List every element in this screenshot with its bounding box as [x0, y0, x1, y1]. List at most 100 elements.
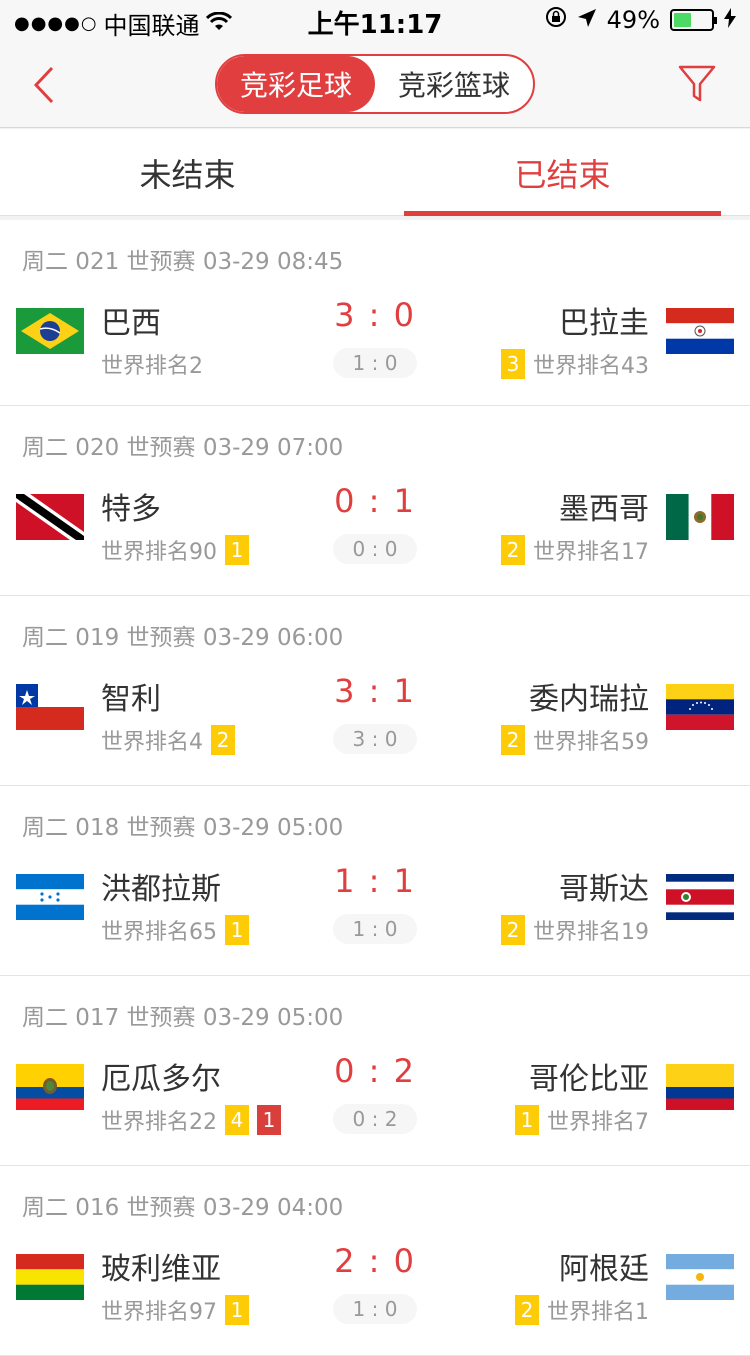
red-card-badge: 1: [257, 1105, 281, 1135]
yellow-card-badge: 1: [515, 1105, 539, 1135]
away-world-rank: 世界排名17: [533, 540, 649, 565]
away-rank-row: 3 世界排名43: [501, 348, 649, 380]
away-team-name: 巴拉圭: [559, 306, 649, 341]
home-team-name: 智利: [101, 682, 161, 717]
argentina-flag-icon: [666, 1254, 734, 1300]
seg-football-tab[interactable]: 竞彩足球: [217, 56, 375, 112]
full-time-score: 2 : 0: [334, 1242, 416, 1280]
orientation-lock-icon: [545, 6, 567, 34]
yellow-card-badge: 1: [225, 915, 249, 945]
home-world-rank: 世界排名2: [101, 354, 203, 379]
battery-icon: [670, 9, 717, 31]
match-list: 周二 021 世预赛 03-29 08:45 巴西 世界排名2 巴拉圭 3 世界排名43 3…: [0, 220, 750, 1356]
half-time-score: 1 : 0: [333, 348, 417, 378]
colombia-flag-icon: [666, 1064, 734, 1110]
away-rank-row: 2 世界排名17: [501, 534, 649, 566]
away-rank-row: 1 世界排名7: [515, 1104, 649, 1136]
away-team-name: 阿根廷: [559, 1252, 649, 1287]
full-time-score: 0 : 1: [334, 482, 416, 520]
yellow-card-badge: 2: [501, 535, 525, 565]
home-rank-row: 世界排名4 2: [101, 724, 235, 756]
yellow-card-badge: 2: [211, 725, 235, 755]
back-chevron-icon[interactable]: [30, 64, 62, 106]
trinidad-flag-icon: [16, 494, 84, 540]
half-time-score: 3 : 0: [333, 724, 417, 754]
away-world-rank: 世界排名1: [547, 1300, 649, 1325]
home-world-rank: 世界排名97: [101, 1300, 217, 1325]
yellow-card-badge: 2: [515, 1295, 539, 1325]
status-bar: ●●●●○ 中国联通 上午11:17 49%: [0, 0, 750, 40]
venezuela-flag-icon: [666, 684, 734, 730]
match-header: 周二 017 世预赛 03-29 05:00: [22, 1005, 344, 1031]
half-time-score: 0 : 0: [333, 534, 417, 564]
half-time-score: 1 : 0: [333, 914, 417, 944]
away-team-name: 委内瑞拉: [529, 682, 649, 717]
half-time-score: 0 : 2: [333, 1104, 417, 1134]
match-row[interactable]: 周二 017 世预赛 03-29 05:00 厄瓜多尔 世界排名22 4 1 哥伦比亚 1 世…: [0, 976, 750, 1166]
away-rank-row: 2 世界排名19: [501, 914, 649, 946]
tab-finished[interactable]: 已结束: [375, 129, 750, 216]
home-team-name: 玻利维亚: [101, 1252, 221, 1287]
away-team-name: 哥斯达: [559, 872, 649, 907]
match-header: 周二 020 世预赛 03-29 07:00: [22, 435, 344, 461]
match-row[interactable]: 周二 020 世预赛 03-29 07:00 特多 世界排名90 1 墨西哥 2 世界排名1…: [0, 406, 750, 596]
sport-segmented-control: 竞彩足球 竞彩篮球: [215, 54, 535, 114]
full-time-score: 3 : 1: [334, 672, 416, 710]
match-header: 周二 019 世预赛 03-29 06:00: [22, 625, 344, 651]
yellow-card-badge: 2: [501, 725, 525, 755]
tab-unfinished[interactable]: 未结束: [0, 129, 375, 216]
nav-bar: 竞彩足球 竞彩篮球: [0, 40, 750, 128]
full-time-score: 0 : 2: [334, 1052, 416, 1090]
home-world-rank: 世界排名4: [101, 730, 203, 755]
yellow-card-badge: 2: [501, 915, 525, 945]
ecuador-flag-icon: [16, 1064, 84, 1110]
home-team-name: 厄瓜多尔: [101, 1062, 221, 1097]
honduras-flag-icon: [16, 874, 84, 920]
yellow-card-badge: 4: [225, 1105, 249, 1135]
yellow-card-badge: 3: [501, 349, 525, 379]
away-team-name: 哥伦比亚: [529, 1062, 649, 1097]
away-world-rank: 世界排名59: [533, 730, 649, 755]
funnel-icon[interactable]: [678, 64, 716, 104]
home-rank-row: 世界排名2: [101, 348, 203, 380]
full-time-score: 1 : 1: [334, 862, 416, 900]
match-row[interactable]: 周二 019 世预赛 03-29 06:00 智利 世界排名4 2 委内瑞拉 2 世界排名5…: [0, 596, 750, 786]
battery-percent: 49%: [606, 6, 660, 34]
home-world-rank: 世界排名90: [101, 540, 217, 565]
charging-bolt-icon: [724, 6, 736, 34]
match-header: 周二 016 世预赛 03-29 04:00: [22, 1195, 344, 1221]
home-rank-row: 世界排名97 1: [101, 1294, 249, 1326]
half-time-score: 1 : 0: [333, 1294, 417, 1324]
away-world-rank: 世界排名19: [533, 920, 649, 945]
seg-basketball-tab[interactable]: 竞彩篮球: [375, 56, 533, 112]
home-rank-row: 世界排名90 1: [101, 534, 249, 566]
home-team-name: 巴西: [101, 306, 161, 341]
chile-flag-icon: [16, 684, 84, 730]
away-rank-row: 2 世界排名59: [501, 724, 649, 756]
status-tabs: 未结束 已结束: [0, 129, 750, 216]
mexico-flag-icon: [666, 494, 734, 540]
away-world-rank: 世界排名43: [533, 354, 649, 379]
paraguay-flag-icon: [666, 308, 734, 354]
status-right: 49%: [545, 6, 736, 34]
home-team-name: 特多: [101, 492, 161, 527]
yellow-card-badge: 1: [225, 535, 249, 565]
full-time-score: 3 : 0: [334, 296, 416, 334]
bolivia-flag-icon: [16, 1254, 84, 1300]
match-header: 周二 021 世预赛 03-29 08:45: [22, 249, 344, 275]
yellow-card-badge: 1: [225, 1295, 249, 1325]
away-rank-row: 2 世界排名1: [515, 1294, 649, 1326]
match-row[interactable]: 周二 016 世预赛 03-29 04:00 玻利维亚世界排名97 1 阿根廷 2 世界排…: [0, 1166, 750, 1356]
brazil-flag-icon: [16, 308, 84, 354]
home-world-rank: 世界排名65: [101, 920, 217, 945]
match-row[interactable]: 周二 018 世预赛 03-29 05:00 洪都拉斯世界排名65 1 哥斯达 2 世界排…: [0, 786, 750, 976]
tab-active-indicator: [404, 211, 721, 216]
costa-rica-flag-icon: [666, 874, 734, 920]
match-header: 周二 018 世预赛 03-29 05:00: [22, 815, 344, 841]
away-world-rank: 世界排名7: [547, 1110, 649, 1135]
home-rank-row: 世界排名22 4 1: [101, 1104, 281, 1136]
match-row[interactable]: 周二 021 世预赛 03-29 08:45 巴西 世界排名2 巴拉圭 3 世界排名43 3…: [0, 220, 750, 406]
home-team-name: 洪都拉斯: [101, 872, 221, 907]
location-arrow-icon: [577, 6, 597, 34]
home-rank-row: 世界排名65 1: [101, 914, 249, 946]
